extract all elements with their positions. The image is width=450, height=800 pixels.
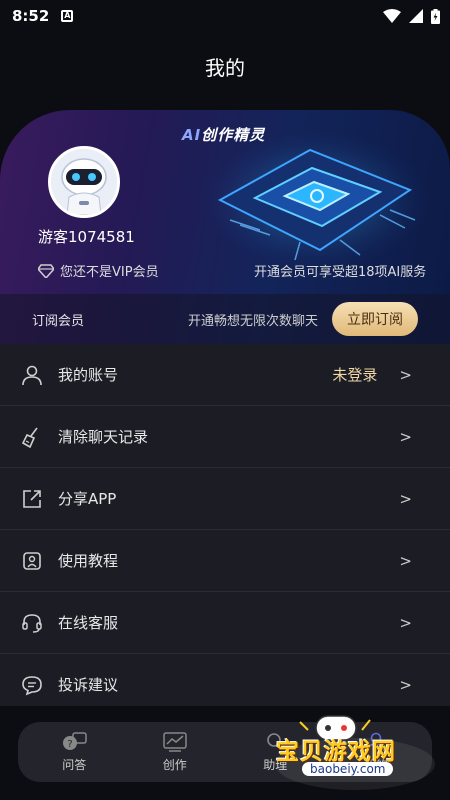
menu-label: 我的账号 [58, 366, 119, 384]
menu-label: 分享APP [58, 490, 117, 508]
chevron-right-icon: > [399, 675, 412, 694]
wifi-icon [383, 9, 401, 23]
status-time: 8:52 [12, 7, 50, 25]
tutorial-icon [20, 549, 44, 573]
subscribe-description: 开通畅想无限次数聊天 [187, 313, 318, 329]
vip-status-text: 您还不是VIP会员 [60, 265, 159, 280]
page-title: 我的 [205, 56, 245, 80]
menu-item-support[interactable]: 在线客服 > [0, 592, 450, 654]
chevron-right-icon: > [399, 551, 412, 570]
tab-label: 问答 [62, 757, 87, 772]
subscribe-bar: 订阅会员 开通畅想无限次数聊天 立即订阅 [0, 294, 450, 344]
chat-bubble-icon [20, 673, 44, 697]
chevron-right-icon: > [399, 489, 412, 508]
vip-card: AI创作精灵 游客1074581 您还不是VIP会员 开通会员可享受超18项AI… [0, 110, 450, 344]
banner-title: AI创作精灵 [182, 124, 265, 145]
tab-create[interactable]: 创作 [135, 731, 215, 773]
a-icon: A [61, 10, 74, 22]
tab-qa[interactable]: ? 问答 [34, 731, 114, 773]
chart-icon [163, 731, 187, 752]
broom-icon [20, 425, 44, 449]
menu-item-tutorial[interactable]: 使用教程 > [0, 530, 450, 592]
user-icon [20, 363, 44, 387]
watermark-url: baobeiy.com [302, 762, 394, 776]
avatar[interactable] [48, 146, 120, 218]
chevron-right-icon: > [399, 365, 412, 384]
status-icons [383, 8, 440, 24]
menu-label: 投诉建议 [58, 676, 119, 694]
vip-promo: 开通会员可享受超18项AI服务 [254, 265, 427, 280]
menu-item-account[interactable]: 我的账号 未登录 > [0, 344, 450, 406]
svg-text:?: ? [68, 739, 73, 750]
subscribe-label: 订阅会员 [32, 313, 85, 329]
tab-label: 创作 [162, 757, 187, 772]
signal-icon [409, 9, 423, 23]
menu-label: 在线客服 [58, 614, 119, 632]
menu-item-clear-chat[interactable]: 清除聊天记录 > [0, 406, 450, 468]
banner-title-ai: AI [182, 126, 202, 144]
menu-list: 我的账号 未登录 > 清除聊天记录 > 分享APP > 使用教程 > 在线客服 … [0, 344, 450, 716]
username: 游客1074581 [38, 228, 135, 246]
status-bar: 8:52 A [0, 0, 450, 32]
headset-icon [20, 611, 44, 635]
chevron-right-icon: > [399, 427, 412, 446]
battery-icon [431, 8, 440, 24]
account-status: 未登录 [332, 366, 378, 384]
ai-chip-illustration [200, 130, 430, 270]
banner-title-rest: 创作精灵 [201, 126, 266, 144]
watermark-text: 宝贝游戏网 [276, 739, 396, 765]
menu-label: 清除聊天记录 [58, 428, 149, 446]
vip-status: 您还不是VIP会员 [38, 261, 159, 280]
share-icon [20, 487, 44, 511]
chevron-right-icon: > [399, 613, 412, 632]
robot-avatar-icon [51, 149, 117, 215]
subscribe-button[interactable]: 立即订阅 [332, 302, 418, 336]
menu-label: 使用教程 [58, 552, 119, 570]
diamond-icon [38, 263, 54, 278]
qa-icon: ? [63, 731, 87, 750]
menu-item-share[interactable]: 分享APP > [0, 468, 450, 530]
